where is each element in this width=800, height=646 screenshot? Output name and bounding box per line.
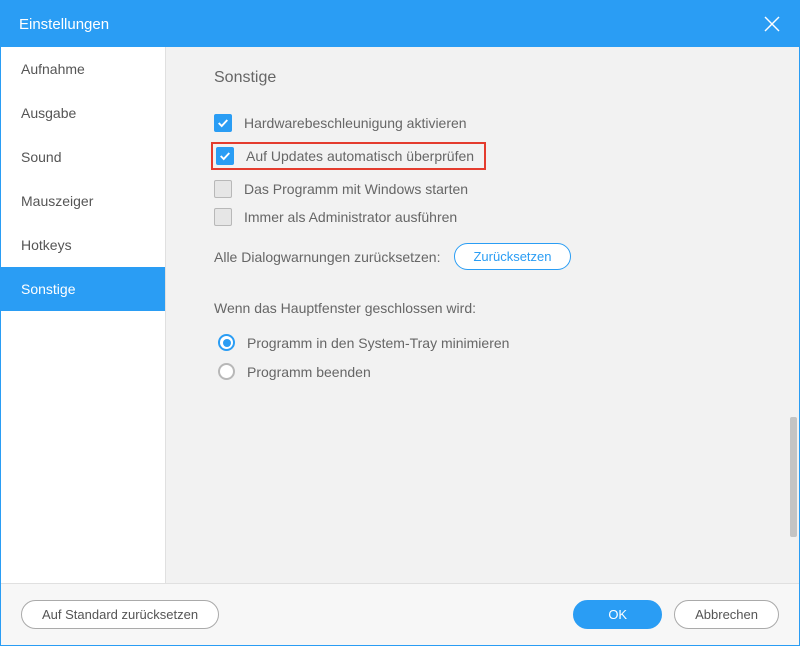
section-title: Sonstige — [214, 69, 767, 87]
radio-minimize-tray[interactable] — [218, 334, 235, 351]
titlebar: Einstellungen — [1, 1, 799, 47]
scrollbar-thumb[interactable] — [790, 417, 797, 537]
option-run-as-admin: Immer als Administrator ausführen — [214, 203, 767, 231]
checkbox-hardware-accel[interactable] — [214, 114, 232, 132]
checkbox-start-with-windows[interactable] — [214, 180, 232, 198]
option-start-with-windows: Das Programm mit Windows starten — [214, 175, 767, 203]
radio-row-exit: Programm beenden — [214, 357, 767, 386]
sidebar-item-aufnahme[interactable]: Aufnahme — [1, 47, 165, 91]
radio-exit-program[interactable] — [218, 363, 235, 380]
close-icon[interactable] — [763, 15, 781, 33]
close-behavior-heading: Wenn das Hauptfenster geschlossen wird: — [214, 300, 767, 316]
radio-label: Programm in den System-Tray minimieren — [247, 335, 509, 351]
checkbox-run-as-admin[interactable] — [214, 208, 232, 226]
checkbox-auto-updates[interactable] — [216, 147, 234, 165]
radio-label: Programm beenden — [247, 364, 371, 380]
window-title: Einstellungen — [19, 16, 109, 33]
sidebar-item-label: Mauszeiger — [21, 193, 93, 209]
sidebar-item-label: Sonstige — [21, 281, 75, 297]
option-auto-updates: Auf Updates automatisch überprüfen — [214, 137, 767, 175]
reset-dialogs-label: Alle Dialogwarnungen zurücksetzen: — [214, 249, 440, 265]
sidebar-item-mauszeiger[interactable]: Mauszeiger — [1, 179, 165, 223]
option-hardware-accel: Hardwarebeschleunigung aktivieren — [214, 109, 767, 137]
reset-dialogs-row: Alle Dialogwarnungen zurücksetzen: Zurüc… — [214, 243, 767, 270]
sidebar-item-label: Hotkeys — [21, 237, 72, 253]
option-label: Auf Updates automatisch überprüfen — [246, 148, 474, 164]
body: Aufnahme Ausgabe Sound Mauszeiger Hotkey… — [1, 47, 799, 583]
reset-dialogs-button[interactable]: Zurücksetzen — [454, 243, 570, 270]
sidebar-item-sound[interactable]: Sound — [1, 135, 165, 179]
footer: Auf Standard zurücksetzen OK Abbrechen — [1, 583, 799, 645]
option-label: Immer als Administrator ausführen — [244, 209, 457, 225]
radio-row-minimize-tray: Programm in den System-Tray minimieren — [214, 328, 767, 357]
content-panel: Sonstige Hardwarebeschleunigung aktivier… — [166, 47, 799, 583]
settings-window: Einstellungen Aufnahme Ausgabe Sound Mau… — [0, 0, 800, 646]
sidebar-item-label: Ausgabe — [21, 105, 76, 121]
sidebar-item-sonstige[interactable]: Sonstige — [1, 267, 165, 311]
sidebar-item-ausgabe[interactable]: Ausgabe — [1, 91, 165, 135]
option-label: Das Programm mit Windows starten — [244, 181, 468, 197]
option-label: Hardwarebeschleunigung aktivieren — [244, 115, 467, 131]
highlight-box: Auf Updates automatisch überprüfen — [211, 142, 486, 170]
sidebar: Aufnahme Ausgabe Sound Mauszeiger Hotkey… — [1, 47, 166, 583]
ok-button[interactable]: OK — [573, 600, 662, 629]
sidebar-item-label: Aufnahme — [21, 61, 85, 77]
reset-defaults-button[interactable]: Auf Standard zurücksetzen — [21, 600, 219, 629]
sidebar-item-label: Sound — [21, 149, 61, 165]
sidebar-item-hotkeys[interactable]: Hotkeys — [1, 223, 165, 267]
cancel-button[interactable]: Abbrechen — [674, 600, 779, 629]
